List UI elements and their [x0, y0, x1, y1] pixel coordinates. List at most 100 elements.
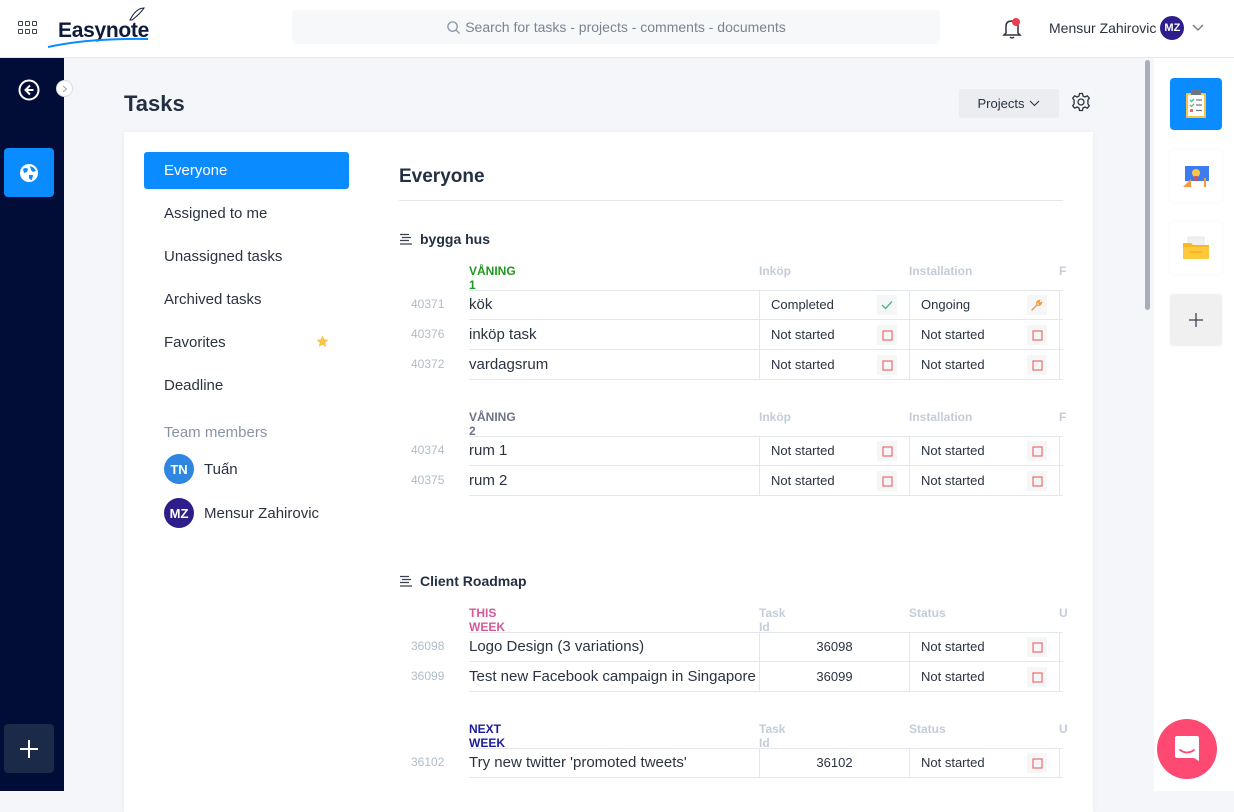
page-scrollbar[interactable]: [1143, 58, 1154, 791]
square-icon[interactable]: [1027, 637, 1047, 657]
project-name: Client Roadmap: [420, 573, 527, 589]
task-cell[interactable]: Not started: [909, 350, 1059, 380]
task-cell[interactable]: [1059, 290, 1063, 320]
task-cell[interactable]: Not started: [759, 350, 909, 380]
filter-label: Archived tasks: [164, 291, 262, 308]
column-header: Installation: [909, 264, 973, 278]
task-cell[interactable]: Not started: [759, 466, 909, 496]
back-arrow-icon[interactable]: [18, 79, 40, 101]
cell-value: Not started: [921, 443, 985, 458]
notification-bell-icon[interactable]: [1001, 16, 1023, 40]
group-header[interactable]: THIS WEEK: [469, 606, 527, 634]
add-app-button[interactable]: [1170, 294, 1222, 346]
table-row: 40371 kök Completed Ongoing: [399, 290, 1063, 320]
square-icon[interactable]: [1027, 753, 1047, 773]
settings-gear-icon[interactable]: [1071, 92, 1091, 112]
project-name: bygga hus: [420, 231, 491, 247]
cell-value: Ongoing: [921, 297, 971, 312]
task-name[interactable]: vardagsrum: [469, 350, 759, 380]
project-title[interactable]: bygga hus: [399, 230, 490, 248]
task-cell[interactable]: Not started: [909, 748, 1059, 778]
task-cell[interactable]: [1059, 748, 1063, 778]
workspace-globe-button[interactable]: [4, 148, 54, 197]
task-cell[interactable]: Not started: [759, 320, 909, 350]
project-list-icon: [400, 575, 412, 587]
column-header: Inköp: [759, 264, 791, 278]
task-cell[interactable]: Not started: [909, 466, 1059, 496]
task-cell[interactable]: [1059, 632, 1063, 662]
task-cell[interactable]: [1059, 466, 1063, 496]
group-header[interactable]: VÅNING 2: [469, 410, 516, 438]
group-header[interactable]: VÅNING 1: [469, 264, 516, 292]
check-icon[interactable]: [877, 295, 897, 315]
task-name[interactable]: Try new twitter 'promoted tweets': [469, 748, 759, 778]
task-id: 36102: [411, 755, 445, 769]
task-cell[interactable]: [1059, 662, 1063, 692]
ideas-app-button[interactable]: [1170, 150, 1222, 202]
filter-favorites[interactable]: Favorites: [144, 324, 349, 361]
filter-unassigned-tasks[interactable]: Unassigned tasks: [144, 238, 349, 275]
plus-icon: [20, 739, 38, 758]
filter-deadline[interactable]: Deadline: [144, 367, 349, 404]
square-icon[interactable]: [1027, 667, 1047, 687]
task-cell[interactable]: 36098: [759, 632, 909, 662]
task-name[interactable]: Logo Design (3 variations): [469, 632, 759, 662]
filter-assigned-to-me[interactable]: Assigned to me: [144, 195, 349, 232]
square-icon[interactable]: [1027, 355, 1047, 375]
team-member[interactable]: MZ Mensur Zahirovic: [164, 498, 319, 528]
task-name[interactable]: rum 2: [469, 466, 759, 496]
chat-support-button[interactable]: [1157, 719, 1217, 779]
task-name[interactable]: kök: [469, 290, 759, 320]
task-name[interactable]: Test new Facebook campaign in Singapore: [469, 662, 759, 692]
task-cell[interactable]: [1059, 350, 1063, 380]
task-cell[interactable]: Ongoing: [909, 290, 1059, 320]
group-header[interactable]: NEXT WEEK: [469, 722, 527, 750]
scrollbar-thumb[interactable]: [1145, 60, 1150, 310]
task-cell[interactable]: Not started: [909, 436, 1059, 466]
column-header: F: [1059, 264, 1067, 278]
task-cell[interactable]: [1059, 320, 1063, 350]
filter-label: Favorites: [164, 334, 226, 351]
task-name[interactable]: rum 1: [469, 436, 759, 466]
projects-dropdown[interactable]: Projects: [959, 89, 1059, 118]
search-input[interactable]: Search for tasks - projects - comments -…: [292, 10, 940, 44]
task-cell[interactable]: Completed: [759, 290, 909, 320]
square-icon[interactable]: [1027, 325, 1047, 345]
cell-value: Not started: [771, 473, 835, 488]
wrench-icon[interactable]: [1027, 295, 1047, 315]
task-cell[interactable]: Not started: [909, 632, 1059, 662]
task-cell[interactable]: 36102: [759, 748, 909, 778]
square-icon[interactable]: [877, 325, 897, 345]
filter-label: Deadline: [164, 377, 224, 394]
task-cell[interactable]: [1059, 436, 1063, 466]
expand-sidebar-button[interactable]: [56, 80, 73, 97]
square-icon[interactable]: [877, 355, 897, 375]
task-cell[interactable]: Not started: [759, 436, 909, 466]
task-cell[interactable]: Not started: [909, 320, 1059, 350]
filter-everyone[interactable]: Everyone: [144, 152, 349, 189]
task-name[interactable]: inköp task: [469, 320, 759, 350]
square-icon[interactable]: [1027, 441, 1047, 461]
task-cell[interactable]: 36099: [759, 662, 909, 692]
cell-value: 36102: [816, 755, 853, 770]
logo[interactable]: Easynote: [48, 6, 158, 52]
tasks-app-button[interactable]: [1170, 78, 1222, 130]
square-icon[interactable]: [877, 441, 897, 461]
task-id: 40372: [411, 357, 445, 371]
task-cell[interactable]: Not started: [909, 662, 1059, 692]
team-member[interactable]: TN Tuấn: [164, 454, 238, 484]
square-icon[interactable]: [877, 471, 897, 491]
user-menu[interactable]: Mensur Zahirovic MZ: [1049, 15, 1204, 41]
app-grid-icon[interactable]: [18, 21, 38, 35]
table-row: 36102 Try new twitter 'promoted tweets' 36…: [399, 748, 1063, 778]
square-icon[interactable]: [1027, 471, 1047, 491]
filter-archived-tasks[interactable]: Archived tasks: [144, 281, 349, 318]
right-app-bar: [1154, 58, 1234, 791]
avatar: TN: [164, 454, 194, 484]
project-title[interactable]: Client Roadmap: [399, 572, 527, 590]
cell-value: Not started: [771, 443, 835, 458]
add-workspace-button[interactable]: [4, 724, 54, 773]
tasks-card: Everyone Assigned to me Unassigned tasks…: [124, 132, 1093, 812]
search-icon: [447, 20, 461, 34]
documents-app-button[interactable]: [1170, 222, 1222, 274]
